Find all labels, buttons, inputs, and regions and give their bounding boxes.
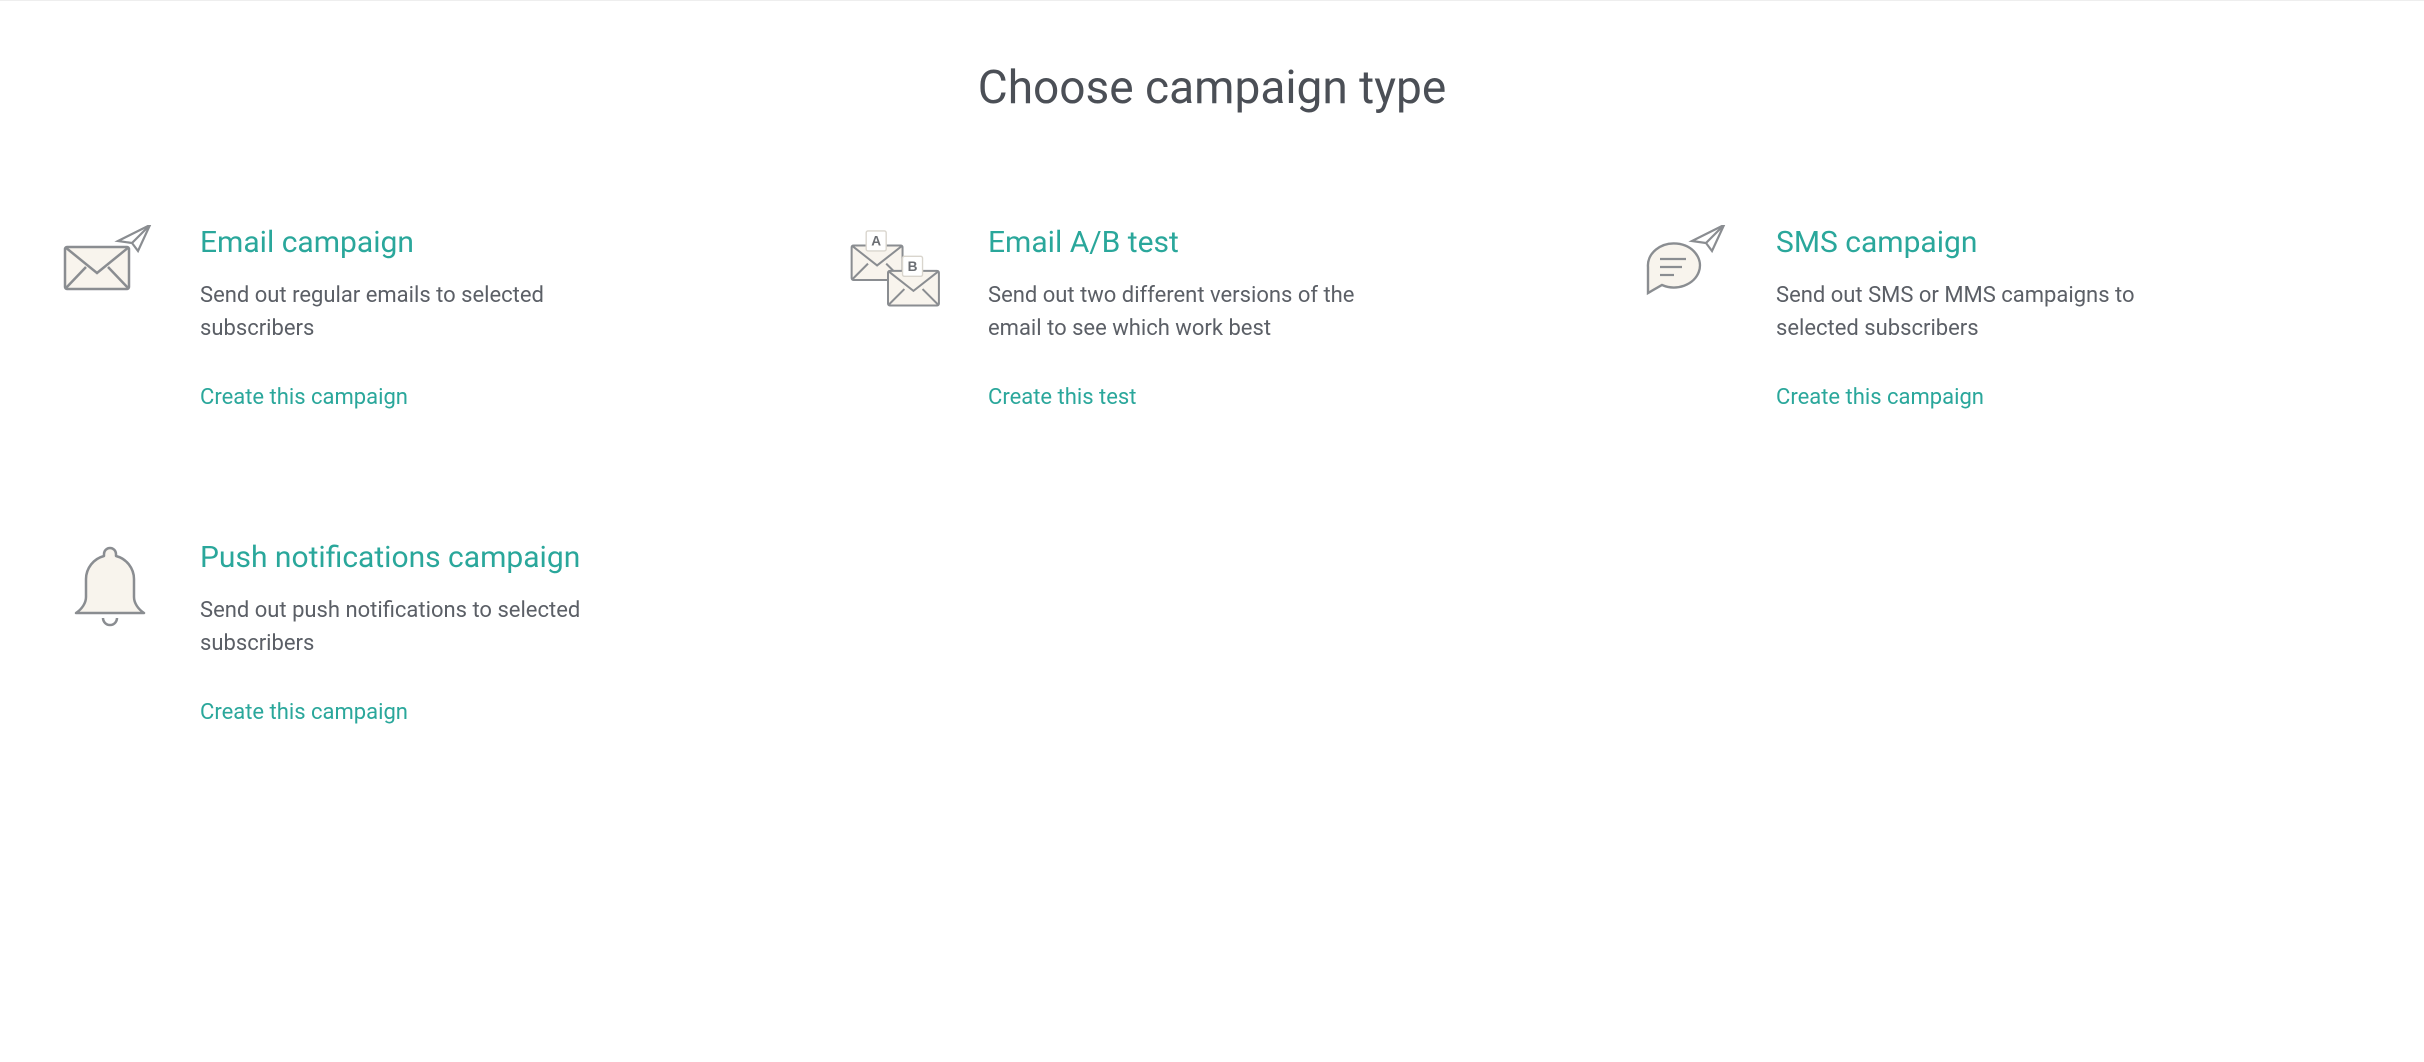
campaign-grid: Email campaign Send out regular emails t… [60, 225, 2364, 725]
svg-text:B: B [908, 259, 918, 274]
create-push-campaign-link[interactable]: Create this campaign [200, 700, 408, 725]
sms-send-icon [1636, 225, 1736, 305]
card-title-push: Push notifications campaign [200, 540, 788, 576]
card-title-email-ab: Email A/B test [988, 225, 1576, 261]
card-title-sms: SMS campaign [1776, 225, 2364, 261]
email-send-icon [60, 225, 160, 305]
card-desc-push: Send out push notifications to selected … [200, 594, 620, 660]
card-desc-email-ab: Send out two different versions of the e… [988, 279, 1408, 345]
card-email[interactable]: Email campaign Send out regular emails t… [60, 225, 788, 410]
card-desc-email: Send out regular emails to selected subs… [200, 279, 620, 345]
card-email-ab[interactable]: A B Email A/B test Send out two differen [848, 225, 1576, 410]
card-push[interactable]: Push notifications campaign Send out pus… [60, 540, 788, 725]
page-title: Choose campaign type [60, 61, 2364, 115]
card-sms[interactable]: SMS campaign Send out SMS or MMS campaig… [1636, 225, 2364, 410]
bell-icon [60, 540, 160, 640]
email-ab-icon: A B [848, 225, 948, 315]
create-email-ab-test-link[interactable]: Create this test [988, 385, 1136, 410]
svg-text:A: A [871, 233, 881, 248]
card-title-email: Email campaign [200, 225, 788, 261]
card-desc-sms: Send out SMS or MMS campaigns to selecte… [1776, 279, 2196, 345]
create-email-campaign-link[interactable]: Create this campaign [200, 385, 408, 410]
create-sms-campaign-link[interactable]: Create this campaign [1776, 385, 1984, 410]
